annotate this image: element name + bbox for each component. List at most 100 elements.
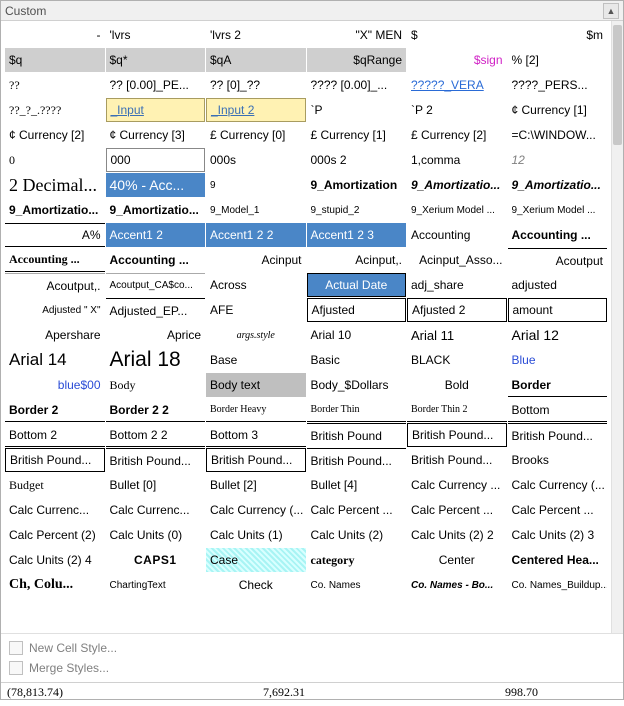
style-cell[interactable]: Acinput (206, 248, 306, 272)
style-cell[interactable]: Border Thin 2 (407, 398, 507, 422)
style-cell[interactable]: $m (508, 23, 608, 47)
style-cell[interactable]: amount (508, 298, 608, 322)
style-cell[interactable]: 9_Amortizatio... (407, 173, 507, 197)
style-cell[interactable]: Acinput_Asso... (407, 248, 507, 272)
style-cell[interactable]: category (307, 548, 407, 572)
style-cell[interactable]: Calc Units (1) (206, 523, 306, 547)
style-cell[interactable]: Bold (407, 373, 507, 397)
style-cell[interactable]: Co. Names - Bo... (407, 573, 507, 597)
style-cell[interactable]: blue$00 (5, 373, 105, 397)
style-cell[interactable]: 9_Xerium Model ... (407, 198, 507, 222)
style-cell[interactable]: CAPS1 (106, 548, 206, 572)
style-cell[interactable]: Bottom 2 (5, 423, 105, 447)
style-cell[interactable]: Base (206, 348, 306, 372)
style-cell[interactable]: ¢ Currency [2] (5, 123, 105, 147)
style-cell[interactable]: Bottom (508, 398, 608, 422)
style-cell[interactable]: Bullet [2] (206, 473, 306, 497)
style-cell[interactable]: Across (206, 273, 306, 297)
style-cell[interactable]: ???? [0.00]_... (307, 73, 407, 97)
style-cell[interactable]: Calc Percent ... (407, 498, 507, 522)
style-cell[interactable]: $qRange (307, 48, 407, 72)
style-cell[interactable]: Calc Units (2) 2 (407, 523, 507, 547)
style-cell[interactable]: British Pound... (5, 448, 105, 472)
style-cell[interactable]: Co. Names_Buildup... (508, 573, 608, 597)
style-cell[interactable]: $q (5, 48, 105, 72)
style-cell[interactable]: Accounting (407, 223, 507, 247)
style-cell[interactable]: £ Currency [0] (206, 123, 306, 147)
style-cell[interactable]: - (5, 23, 105, 47)
style-cell[interactable]: Accounting ... (106, 248, 206, 272)
style-cell[interactable]: Border (508, 373, 608, 397)
style-cell[interactable]: Acoutput,. (5, 273, 105, 297)
style-cell[interactable]: Adjusted " X" (5, 298, 105, 322)
style-cell[interactable]: Border Thin (307, 398, 407, 422)
style-cell[interactable]: Brooks (508, 448, 608, 472)
style-cell[interactable]: Arial 12 (508, 323, 608, 347)
style-cell[interactable]: 9_Amortizatio... (5, 198, 105, 222)
style-cell[interactable]: Calc Units (2) 3 (508, 523, 608, 547)
style-cell[interactable]: Bottom 2 2 (106, 423, 206, 447)
style-cell[interactable]: % [2] (508, 48, 608, 72)
merge-styles-menu-item[interactable]: Merge Styles... (7, 658, 617, 678)
style-cell[interactable]: Afjusted 2 (407, 298, 507, 322)
style-cell[interactable]: 1,comma (407, 148, 507, 172)
style-cell[interactable]: British Pound... (307, 448, 407, 472)
style-cell[interactable]: 9_Xerium Model ... (508, 198, 608, 222)
style-cell[interactable]: Blue (508, 348, 608, 372)
style-cell[interactable]: Budget (5, 473, 105, 497)
style-cell[interactable]: $q* (106, 48, 206, 72)
style-cell[interactable]: Acinput,. (307, 248, 407, 272)
style-cell[interactable]: 000s (206, 148, 306, 172)
style-cell[interactable]: $qA (206, 48, 306, 72)
style-cell[interactable]: Co. Names (307, 573, 407, 597)
style-cell[interactable]: Accent1 2 2 (206, 223, 306, 247)
style-cell[interactable]: 0 (5, 148, 105, 172)
style-cell[interactable]: Body text (206, 373, 306, 397)
style-cell[interactable]: Bullet [4] (307, 473, 407, 497)
style-cell[interactable]: Accent1 2 3 (307, 223, 407, 247)
style-cell[interactable]: Body_$Dollars (307, 373, 407, 397)
style-cell[interactable]: Calc Currency (... (206, 498, 306, 522)
style-cell[interactable]: ?? [0]_?? (206, 73, 306, 97)
style-cell[interactable]: Calc Currency ... (407, 473, 507, 497)
style-cell[interactable]: Basic (307, 348, 407, 372)
style-cell[interactable]: Calc Percent (2) (5, 523, 105, 547)
style-cell[interactable]: 2 Decimal... (5, 173, 105, 197)
style-cell[interactable]: 9 (206, 173, 306, 197)
style-cell[interactable]: Check (206, 573, 306, 597)
style-cell[interactable]: 000 (106, 148, 206, 172)
style-cell[interactable]: ¢ Currency [1] (508, 98, 608, 122)
style-cell[interactable]: adjusted (508, 273, 608, 297)
style-cell[interactable]: $sign (407, 48, 507, 72)
style-cell[interactable]: Calc Units (2) (307, 523, 407, 547)
style-cell[interactable]: British Pound... (206, 448, 306, 472)
scroll-up-icon[interactable]: ▲ (603, 3, 619, 19)
style-cell[interactable]: Center (407, 548, 507, 572)
style-cell[interactable]: Actual Date (307, 273, 407, 297)
style-cell[interactable]: 'lvrs (106, 23, 206, 47)
style-cell[interactable]: Border Heavy (206, 398, 306, 422)
style-cell[interactable]: Arial 11 (407, 323, 507, 347)
style-cell[interactable]: adj_share (407, 273, 507, 297)
style-cell[interactable]: 9_Amortization (307, 173, 407, 197)
style-cell[interactable]: =C:\WINDOW... (508, 123, 608, 147)
style-cell[interactable]: Calc Currency (... (508, 473, 608, 497)
style-cell[interactable]: ChartingText (106, 573, 206, 597)
style-cell[interactable]: Calc Currenc... (5, 498, 105, 522)
style-cell[interactable]: Acoutput_CA$co... (106, 273, 206, 297)
style-cell[interactable]: £ Currency [2] (407, 123, 507, 147)
style-cell[interactable]: ????_PERS... (508, 73, 608, 97)
style-cell[interactable]: "X" MEN (307, 23, 407, 47)
style-cell[interactable]: Bottom 3 (206, 423, 306, 447)
style-cell[interactable]: Centered Hea... (508, 548, 608, 572)
style-cell[interactable]: ?? (5, 73, 105, 97)
style-cell[interactable]: Ch, Colu... (5, 573, 105, 597)
style-cell[interactable]: Case (206, 548, 306, 572)
style-cell[interactable]: Acoutput (508, 248, 608, 272)
style-cell[interactable]: _Input (106, 98, 206, 122)
style-cell[interactable]: British Pound (307, 423, 407, 447)
style-cell[interactable]: 'lvrs 2 (206, 23, 306, 47)
style-cell[interactable]: British Pound... (508, 423, 608, 447)
style-cell[interactable]: Apershare (5, 323, 105, 347)
style-cell[interactable]: British Pound... (407, 448, 507, 472)
